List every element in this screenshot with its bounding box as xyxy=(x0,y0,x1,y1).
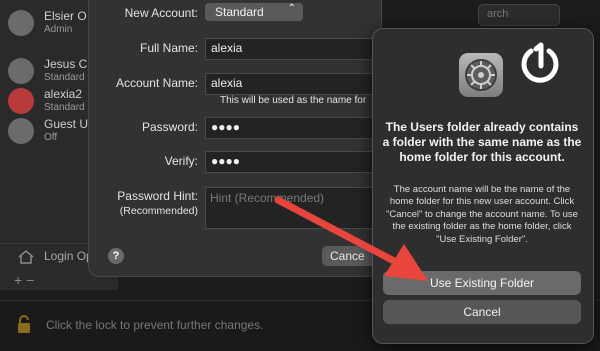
gear-icon xyxy=(465,59,497,91)
password-label: Password: xyxy=(141,120,198,134)
account-name-note: This will be used as the name for xyxy=(220,95,367,106)
full-name-label: Full Name: xyxy=(139,41,198,55)
alert-title: The Users folder already contains a fold… xyxy=(382,120,582,164)
use-existing-folder-label: Use Existing Folder xyxy=(429,276,535,290)
add-remove-buttons[interactable]: + − xyxy=(14,272,34,288)
account-name-label: Account Name: xyxy=(115,76,198,90)
full-name-value: alexia xyxy=(211,41,243,55)
verify-value: ●●●● xyxy=(211,154,240,168)
verify-field[interactable]: ●●●● xyxy=(205,151,382,173)
power-logo-icon xyxy=(521,42,559,83)
password-hint-label: Password Hint: xyxy=(117,189,198,203)
full-name-field[interactable]: alexia xyxy=(205,38,382,60)
lock-text: Click the lock to prevent further change… xyxy=(46,318,264,332)
system-preferences-icon xyxy=(459,53,503,97)
help-button[interactable]: ? xyxy=(108,248,124,264)
user-role: Off xyxy=(44,132,58,143)
account-type-popup[interactable]: Standard ⌃ xyxy=(205,3,303,21)
account-name-field[interactable]: alexia xyxy=(205,73,382,95)
password-hint-placeholder: Hint (Recommended) xyxy=(210,191,325,205)
new-account-label: New Account: xyxy=(124,6,198,20)
sheet-cancel-label: Cance xyxy=(330,249,365,263)
account-name-value: alexia xyxy=(211,76,243,90)
user-name: Guest U xyxy=(44,117,89,131)
user-name: alexia2 xyxy=(44,87,83,101)
login-options-label: Login Op xyxy=(44,249,93,263)
lock-icon[interactable] xyxy=(16,314,32,334)
password-value: ●●●● xyxy=(211,120,240,134)
avatar xyxy=(8,10,34,36)
alert-cancel-button[interactable]: Cancel xyxy=(383,300,581,324)
password-hint-field[interactable]: Hint (Recommended) xyxy=(205,187,382,229)
account-type-value: Standard xyxy=(215,5,264,19)
user-role: Standard xyxy=(44,102,85,113)
user-name: Jesus C xyxy=(44,57,88,71)
alert-cancel-label: Cancel xyxy=(463,305,501,319)
use-existing-folder-button[interactable]: Use Existing Folder xyxy=(383,271,581,295)
search-field[interactable]: arch xyxy=(478,4,560,26)
search-placeholder: arch xyxy=(487,8,509,20)
avatar xyxy=(8,88,34,114)
house-icon xyxy=(18,250,34,264)
avatar xyxy=(8,118,34,144)
avatar xyxy=(8,58,34,84)
user-role: Standard xyxy=(44,72,85,83)
user-name: Elsier O xyxy=(44,9,87,23)
chevron-updown-icon: ⌃ xyxy=(287,3,296,14)
verify-label: Verify: xyxy=(164,154,198,168)
password-field[interactable]: ●●●● xyxy=(205,117,382,139)
password-hint-sublabel: (Recommended) xyxy=(119,205,198,217)
user-role: Admin xyxy=(44,24,73,35)
alert-message: The account name will be the name of the… xyxy=(386,184,578,245)
